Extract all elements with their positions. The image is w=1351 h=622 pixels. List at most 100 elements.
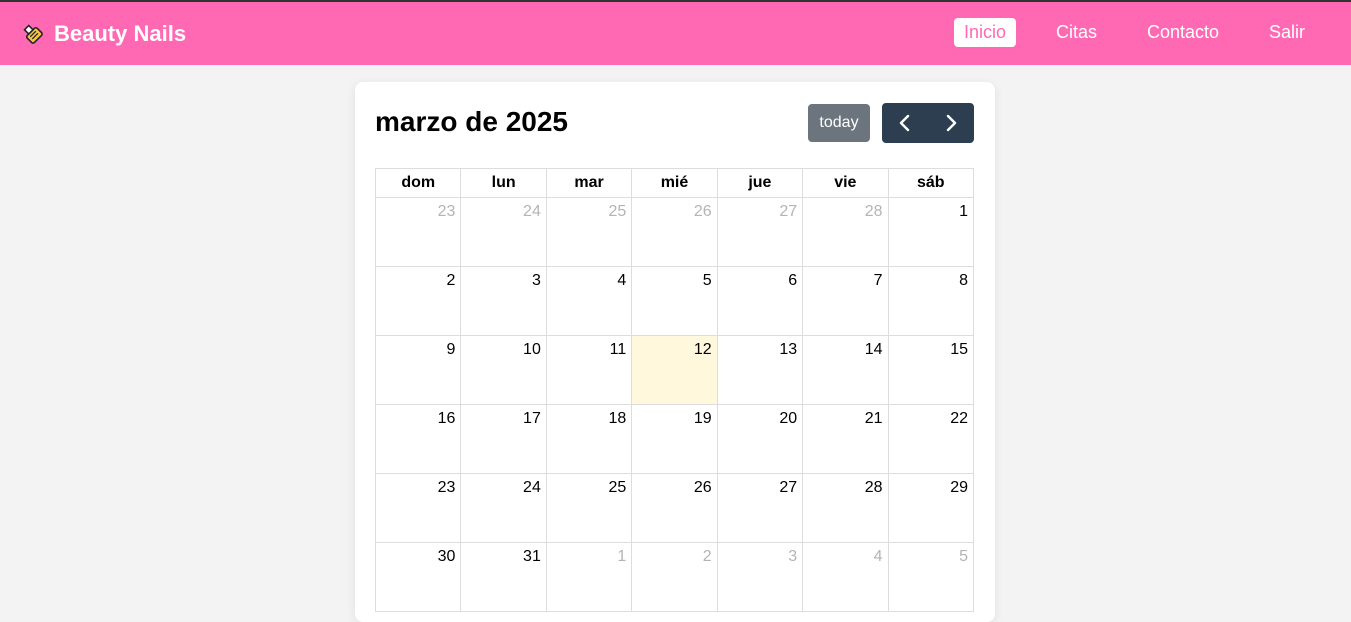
nav-link-salir[interactable]: Salir <box>1259 18 1315 47</box>
day-number: 5 <box>702 272 712 289</box>
calendar-day[interactable]: 14 <box>802 335 889 405</box>
calendar-day[interactable]: 2 <box>631 542 718 612</box>
calendar-day[interactable]: 22 <box>887 404 975 474</box>
day-number: 17 <box>523 410 541 427</box>
calendar-day[interactable]: 25 <box>545 473 633 543</box>
calendar-day[interactable]: 7 <box>802 266 889 336</box>
calendar-day[interactable]: 11 <box>545 335 633 405</box>
day-number: 5 <box>959 548 968 565</box>
day-number: 8 <box>959 272 968 289</box>
day-number: 2 <box>702 548 712 565</box>
calendar-week-row: 9 10 11 12 13 14 15 <box>374 335 975 405</box>
calendar-day[interactable]: 4 <box>545 266 633 336</box>
calendar-day[interactable]: 30 <box>374 542 462 612</box>
day-number: 7 <box>873 272 883 289</box>
calendar-day[interactable]: 23 <box>374 197 462 267</box>
calendar-day[interactable]: 18 <box>545 404 633 474</box>
day-number: 18 <box>608 410 627 427</box>
day-number: 10 <box>523 341 541 358</box>
day-number: 28 <box>864 203 883 220</box>
weekday-header: mar <box>545 168 633 198</box>
weekday-header: mié <box>631 168 718 198</box>
day-number: 23 <box>437 203 456 220</box>
nav-link-inicio[interactable]: Inicio <box>954 18 1017 47</box>
day-number: 12 <box>693 341 712 358</box>
month-nav-group <box>882 103 974 143</box>
calendar-day[interactable]: 27 <box>716 197 804 267</box>
calendar-day[interactable]: 21 <box>802 404 889 474</box>
calendar-day[interactable]: 28 <box>802 473 889 543</box>
calendar-week-row: 23 24 25 26 27 28 1 <box>374 197 975 267</box>
calendar-day[interactable]: 5 <box>631 266 718 336</box>
calendar-day[interactable]: 27 <box>716 473 804 543</box>
next-month-button[interactable] <box>928 103 974 143</box>
day-number: 21 <box>864 410 883 427</box>
day-number: 22 <box>950 410 968 427</box>
prev-month-button[interactable] <box>882 103 928 143</box>
calendar-week-row: 30 31 1 2 3 4 5 <box>374 542 975 612</box>
calendar-day[interactable]: 23 <box>374 473 462 543</box>
calendar-day[interactable]: 13 <box>716 335 804 405</box>
day-number: 30 <box>437 548 456 565</box>
nav-link-citas[interactable]: Citas <box>1046 18 1107 47</box>
calendar-grid: dom lun mar mié jue vie sáb 23 24 25 26 27 28… <box>374 168 975 612</box>
calendar-day[interactable]: 3 <box>716 542 804 612</box>
brand[interactable]: Beauty Nails <box>20 19 186 49</box>
weekday-header: lun <box>460 168 547 198</box>
calendar-day[interactable]: 2 <box>374 266 462 336</box>
calendar-day[interactable]: 10 <box>460 335 547 405</box>
calendar-day[interactable]: 24 <box>460 473 547 543</box>
navbar: Beauty Nails Inicio Citas Contacto Salir <box>0 2 1351 65</box>
nav-link-contacto[interactable]: Contacto <box>1137 18 1229 47</box>
calendar-day[interactable]: 31 <box>460 542 547 612</box>
calendar-day[interactable]: 9 <box>374 335 462 405</box>
day-number: 14 <box>864 341 883 358</box>
chevron-left-icon <box>899 114 910 132</box>
day-number: 2 <box>446 272 456 289</box>
calendar-title: marzo de 2025 <box>375 106 568 137</box>
day-number: 23 <box>437 479 456 496</box>
calendar-day[interactable]: 24 <box>460 197 547 267</box>
calendar-day[interactable]: 1 <box>545 542 633 612</box>
day-number: 31 <box>523 548 541 565</box>
day-number: 3 <box>531 272 541 289</box>
calendar-day[interactable]: 20 <box>716 404 804 474</box>
day-number: 4 <box>617 272 627 289</box>
calendar-week-row: 23 24 25 26 27 28 29 <box>374 473 975 543</box>
day-number: 19 <box>693 410 712 427</box>
day-number: 28 <box>864 479 883 496</box>
weekday-header: sáb <box>887 168 975 198</box>
day-number: 3 <box>788 548 798 565</box>
calendar-day[interactable]: 28 <box>802 197 889 267</box>
day-number: 4 <box>873 548 883 565</box>
day-number: 24 <box>523 479 541 496</box>
calendar-day[interactable]: 26 <box>631 197 718 267</box>
day-number: 1 <box>617 548 627 565</box>
day-number: 6 <box>788 272 798 289</box>
day-number: 27 <box>779 479 798 496</box>
weekday-header: vie <box>802 168 889 198</box>
calendar-day[interactable]: 3 <box>460 266 547 336</box>
day-number: 26 <box>693 479 712 496</box>
calendar-day[interactable]: 8 <box>887 266 975 336</box>
day-number: 27 <box>779 203 798 220</box>
calendar-day[interactable]: 4 <box>802 542 889 612</box>
calendar-day[interactable]: 17 <box>460 404 547 474</box>
day-number: 20 <box>779 410 798 427</box>
calendar-day[interactable]: 26 <box>631 473 718 543</box>
calendar-day[interactable]: 5 <box>887 542 975 612</box>
calendar-day[interactable]: 6 <box>716 266 804 336</box>
calendar-day[interactable]: 25 <box>545 197 633 267</box>
weekday-header: jue <box>716 168 804 198</box>
day-number: 15 <box>950 341 968 358</box>
calendar-day[interactable]: 29 <box>887 473 975 543</box>
calendar-day[interactable]: 19 <box>631 404 718 474</box>
calendar-day[interactable]: 16 <box>374 404 462 474</box>
day-number: 11 <box>609 341 627 358</box>
calendar-day[interactable]: 15 <box>887 335 975 405</box>
calendar-day[interactable]: 1 <box>887 197 975 267</box>
today-button[interactable]: today <box>808 104 870 142</box>
calendar-day-today[interactable]: 12 <box>631 335 718 405</box>
brand-name: Beauty Nails <box>54 21 187 46</box>
day-number: 29 <box>950 479 968 496</box>
